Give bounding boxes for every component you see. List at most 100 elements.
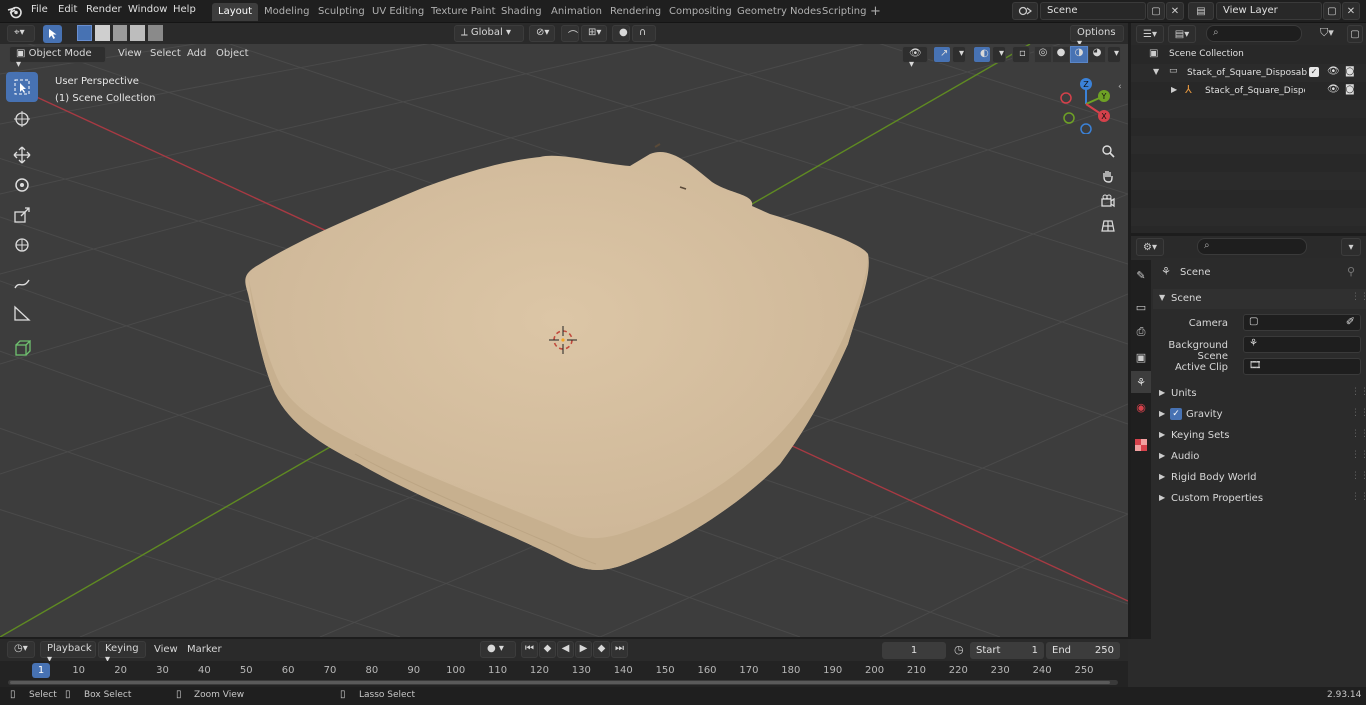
annotate-tool-icon[interactable] <box>6 268 38 298</box>
delete-view-layer-icon[interactable]: ✕ <box>1342 2 1360 20</box>
delete-scene-icon[interactable]: ✕ <box>1166 2 1184 20</box>
mode-dropdown[interactable]: ▣ Object Mode ▾ <box>9 46 106 70</box>
properties-options-icon[interactable]: ▾ <box>1341 238 1361 256</box>
expand-arrow-icon[interactable]: ▼ <box>1153 67 1159 76</box>
camera-field[interactable]: ▢ ✐ <box>1243 314 1361 331</box>
rotate-tool-icon[interactable] <box>6 170 38 200</box>
new-scene-icon[interactable]: ▢ <box>1147 2 1165 20</box>
zoom-view-icon[interactable] <box>1097 140 1119 162</box>
jump-end-icon[interactable]: ⏭ <box>611 641 628 658</box>
preview-range-icon[interactable]: ◷ <box>954 643 964 656</box>
select-subtract-icon[interactable] <box>112 25 128 41</box>
tool-tab-icon[interactable]: ✎ <box>1131 264 1151 286</box>
custom-properties-panel-header[interactable]: ▶ Custom Properties ⋮⋮ <box>1153 489 1366 509</box>
menu-view[interactable]: View <box>118 48 142 59</box>
add-workspace-button[interactable]: + <box>870 4 881 19</box>
select-invert-icon[interactable] <box>130 25 146 41</box>
rendered-shading-icon[interactable]: ◕ <box>1088 46 1106 63</box>
measure-tool-icon[interactable] <box>6 298 38 328</box>
audio-panel-header[interactable]: ▶ Audio ⋮⋮ <box>1153 447 1366 467</box>
shading-dropdown-icon[interactable]: ▾ <box>1107 46 1121 63</box>
scale-tool-icon[interactable] <box>6 200 38 230</box>
drag-handle-icon[interactable]: ⋮⋮ <box>1351 387 1366 397</box>
tab-shading[interactable]: Shading <box>495 3 548 21</box>
sidebar-toggle-icon[interactable]: ‹ <box>1118 82 1122 92</box>
select-new-icon[interactable] <box>77 25 92 41</box>
tab-sculpting[interactable]: Sculpting <box>312 3 371 21</box>
options-dropdown[interactable]: Options ▾ <box>1070 25 1124 49</box>
keying-sets-panel-header[interactable]: ▶ Keying Sets ⋮⋮ <box>1153 426 1366 446</box>
menu-file[interactable]: File <box>31 4 48 15</box>
units-panel-header[interactable]: ▶ Units ⋮⋮ <box>1153 384 1366 404</box>
outliner-search-input[interactable]: ⌕ <box>1206 25 1302 42</box>
view-layer-tab-icon[interactable]: ▣ <box>1131 346 1151 368</box>
blender-logo-icon[interactable] <box>7 4 23 19</box>
active-clip-field[interactable]: 🎞 <box>1243 358 1361 375</box>
select-box-tool-icon[interactable] <box>6 72 38 102</box>
play-reverse-icon[interactable]: ◀ <box>557 641 574 658</box>
menu-add[interactable]: Add <box>187 48 206 59</box>
auto-keying-icon[interactable]: ● ▾ <box>480 641 516 658</box>
drag-handle-icon[interactable]: ⋮⋮ <box>1351 429 1366 439</box>
neg-z-axis-handle[interactable] <box>1080 123 1092 134</box>
next-keyframe-icon[interactable]: ◆ <box>593 641 610 658</box>
menu-render[interactable]: Render <box>86 4 122 15</box>
gravity-checkbox[interactable]: ✓ <box>1170 408 1182 420</box>
drag-handle-icon[interactable]: ⋮⋮ <box>1351 471 1366 481</box>
tab-scripting[interactable]: Scripting <box>816 3 872 21</box>
display-mode-icon[interactable]: ▤▾ <box>1168 25 1196 43</box>
select-intersect-icon[interactable] <box>148 25 163 41</box>
drag-handle-icon[interactable]: ⋮⋮ <box>1351 450 1366 460</box>
visibility-icon[interactable]: 👁▾ <box>902 46 928 70</box>
menu-help[interactable]: Help <box>173 4 196 15</box>
keying-menu[interactable]: Keying ▾ <box>98 641 146 665</box>
tab-animation[interactable]: Animation <box>545 3 608 21</box>
outliner-row-collection[interactable]: ▼ ▭ Stack_of_Square_Disposable_ ✓ 👁 ◙ <box>1131 64 1366 82</box>
play-icon[interactable]: ▶ <box>575 641 592 658</box>
rigid-body-world-panel-header[interactable]: ▶ Rigid Body World ⋮⋮ <box>1153 468 1366 488</box>
tab-rendering[interactable]: Rendering <box>604 3 667 21</box>
scene-name-field[interactable]: Scene <box>1040 2 1146 20</box>
hide-eye-icon[interactable]: 👁 <box>1327 84 1340 95</box>
jump-start-icon[interactable]: ⏮ <box>521 641 538 658</box>
transform-tool-icon[interactable] <box>6 230 38 260</box>
editor-type-icon[interactable]: ⌖▾ <box>7 25 35 42</box>
cursor-tool-icon[interactable] <box>6 104 38 134</box>
background-scene-field[interactable]: ⚘ <box>1243 336 1361 353</box>
drag-handle-icon[interactable]: ⋮⋮ <box>1351 408 1366 418</box>
wireframe-shading-icon[interactable]: ◎ <box>1034 46 1052 63</box>
tab-uv-editing[interactable]: UV Editing <box>366 3 430 21</box>
3d-viewport[interactable]: User Perspective (1) Scene Collection Z … <box>0 44 1128 637</box>
overlays-toggle-icon[interactable]: ◐ <box>973 46 991 63</box>
material-shading-icon[interactable]: ◑ <box>1070 46 1088 63</box>
tab-compositing[interactable]: Compositing <box>663 3 738 21</box>
outliner-row-object[interactable]: ▶ ⅄ Stack_of_Square_Disposa 👁 ◙ <box>1131 82 1366 100</box>
tab-modeling[interactable]: Modeling <box>258 3 316 21</box>
output-tab-icon[interactable]: ⎙ <box>1131 321 1151 343</box>
filter-icon[interactable]: ⛉▾ <box>1320 26 1334 40</box>
camera-view-icon[interactable] <box>1097 190 1119 212</box>
xray-toggle-icon[interactable]: ▫ <box>1012 46 1030 63</box>
neg-x-axis-handle[interactable] <box>1060 92 1072 104</box>
hide-eye-icon[interactable]: 👁 <box>1327 66 1340 77</box>
new-collection-icon[interactable]: ▢ <box>1347 25 1363 43</box>
playback-menu[interactable]: Playback ▾ <box>40 641 96 665</box>
timeline-view-menu[interactable]: View <box>154 644 178 655</box>
scrollbar-thumb[interactable] <box>10 681 1110 684</box>
move-tool-icon[interactable] <box>6 140 38 170</box>
render-tab-icon[interactable]: ▭ <box>1131 296 1151 318</box>
texture-tab-icon[interactable] <box>1131 434 1151 456</box>
navigation-gizmo[interactable]: Z Y X <box>1055 74 1115 134</box>
exclude-checkbox[interactable]: ✓ <box>1309 67 1319 77</box>
tab-geometry-nodes[interactable]: Geometry Nodes <box>731 3 827 21</box>
proportional-falloff-icon[interactable]: ∩ <box>632 25 656 42</box>
menu-select[interactable]: Select <box>150 48 181 59</box>
marker-menu[interactable]: Marker <box>187 644 222 655</box>
select-extend-icon[interactable] <box>94 25 110 41</box>
start-frame-field[interactable]: Start 1 <box>970 642 1044 659</box>
perspective-toggle-icon[interactable] <box>1097 215 1119 237</box>
new-view-layer-icon[interactable]: ▢ <box>1323 2 1341 20</box>
snap-toggle-icon[interactable]: ⌒ <box>561 25 579 42</box>
drag-handle-icon[interactable]: ⋮⋮ <box>1351 492 1366 502</box>
scene-tab-icon[interactable]: ⚘ <box>1131 371 1151 393</box>
